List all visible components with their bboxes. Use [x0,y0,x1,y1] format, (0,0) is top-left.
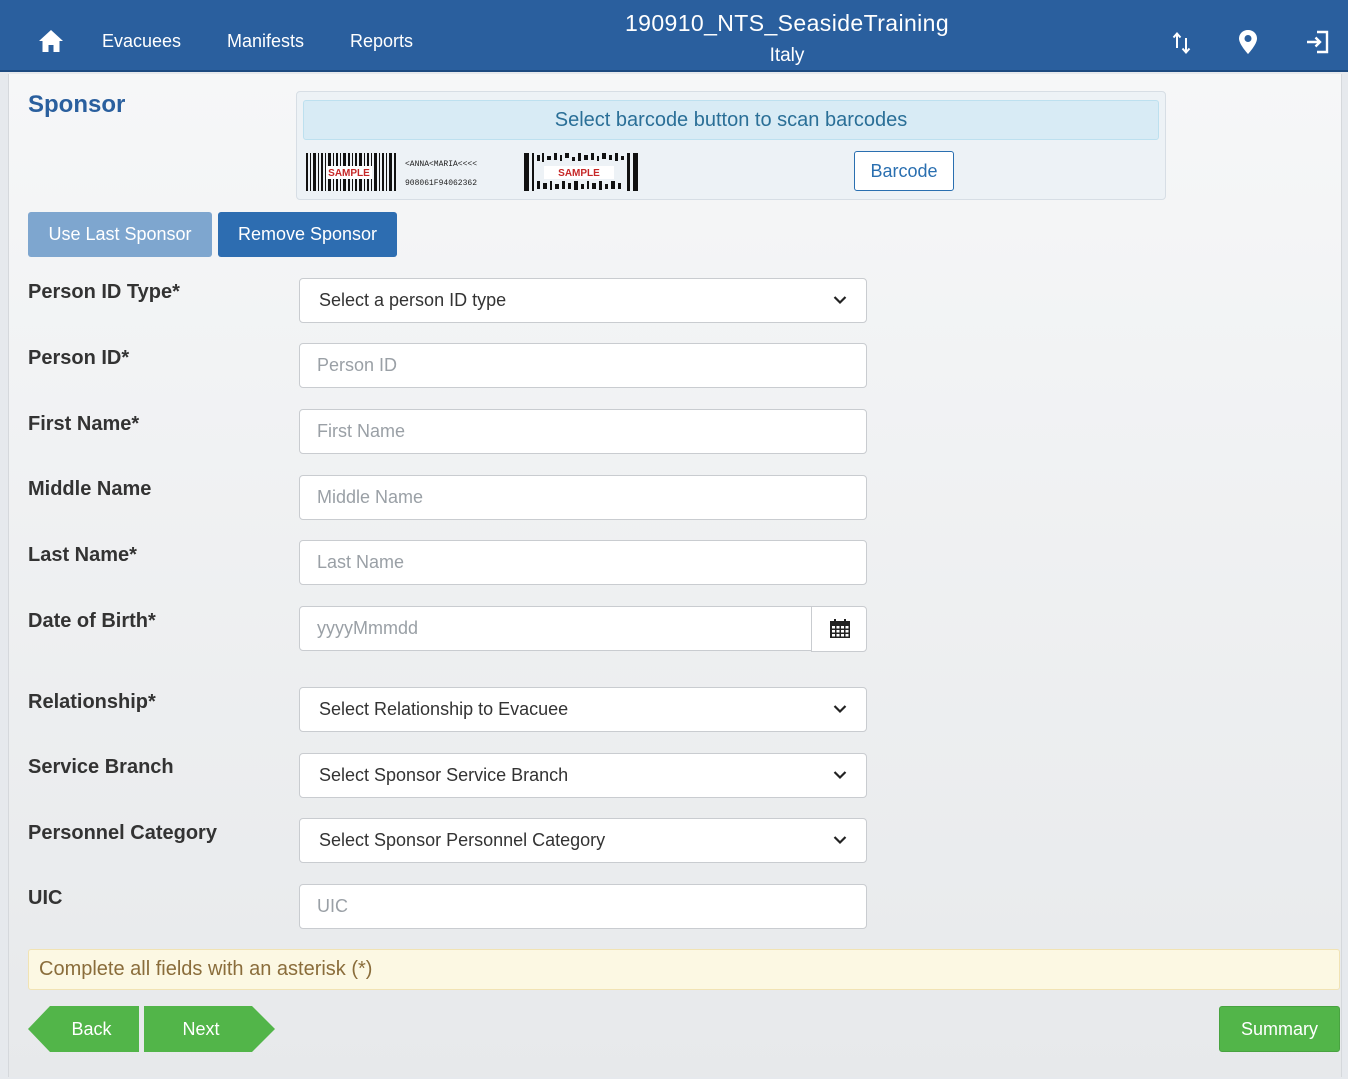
nav-evacuees[interactable]: Evacuees [102,31,181,52]
summary-button[interactable]: Summary [1219,1006,1340,1052]
event-title: 190910_NTS_SeasideTraining [624,10,950,36]
person-id-label: Person ID* [28,347,130,369]
person-id-type-label: Person ID Type* [28,281,180,303]
relationship-label: Relationship* [28,691,156,713]
person-id-type-value: Select a person ID type [319,290,507,310]
svg-text:SAMPLE: SAMPLE [328,168,370,179]
calendar-icon [830,619,850,638]
page-title: Sponsor [28,91,126,118]
relationship-select[interactable]: Select Relationship to Evacuee [299,687,867,732]
date-of-birth-field[interactable]: yyyyMmmdd [299,606,812,651]
personnel-category-label: Personnel Category [28,822,217,844]
remove-sponsor-button[interactable]: Remove Sponsor [218,212,397,257]
back-button[interactable]: Back [28,1006,139,1052]
nav-reports[interactable]: Reports [350,31,413,52]
chevron-down-icon [833,836,847,845]
relationship-value: Select Relationship to Evacuee [319,699,569,719]
personnel-category-select[interactable]: Select Sponsor Personnel Category [299,818,867,863]
location-pin-icon[interactable] [1236,28,1262,56]
last-name-label: Last Name* [28,544,137,566]
chevron-down-icon [833,705,847,714]
nav-manifests[interactable]: Manifests [227,31,304,52]
chevron-down-icon [833,771,847,780]
back-label: Back [71,1019,112,1039]
chevron-down-icon [833,296,847,305]
required-fields-alert: Complete all fields with an asterisk (*) [28,949,1340,990]
service-branch-value: Select Sponsor Service Branch [319,765,569,785]
date-of-birth-label: Date of Birth* [28,610,156,632]
top-navbar: Evacuees Manifests Reports 190910_NTS_Se… [0,0,1348,72]
service-branch-select[interactable]: Select Sponsor Service Branch [299,753,867,798]
middle-name-label: Middle Name [28,478,152,500]
first-name-label: First Name* [28,413,140,435]
svg-text:908061F94062362: 908061F94062362 [405,179,477,188]
person-id-field[interactable]: Person ID [299,343,867,388]
svg-text:<ANNA<MARIA<<<<: <ANNA<MARIA<<<< [405,160,477,169]
last-name-field[interactable]: Last Name [299,540,867,585]
svg-text:SAMPLE: SAMPLE [558,168,600,179]
personnel-category-value: Select Sponsor Personnel Category [319,830,606,850]
home-icon[interactable] [36,28,66,54]
first-name-field[interactable]: First Name [299,409,867,454]
barcode-sample-image: SAMPLE <ANNA<MARIA<<<< 908061F94062362 S… [306,151,644,193]
next-label: Next [182,1019,220,1039]
sync-icon[interactable] [1170,28,1196,56]
location-subtitle: Italy [769,45,805,66]
service-branch-label: Service Branch [28,756,174,778]
middle-name-field[interactable]: Middle Name [299,475,867,520]
barcode-button[interactable]: Barcode [854,151,954,191]
barcode-info-banner: Select barcode button to scan barcodes [303,100,1159,140]
uic-label: UIC [28,887,63,909]
person-id-type-select[interactable]: Select a person ID type [299,278,867,323]
use-last-sponsor-button[interactable]: Use Last Sponsor [28,212,212,257]
uic-field[interactable]: UIC [299,884,867,929]
logout-icon[interactable] [1304,28,1330,56]
next-button[interactable]: Next [144,1006,275,1052]
calendar-button[interactable] [811,606,867,652]
